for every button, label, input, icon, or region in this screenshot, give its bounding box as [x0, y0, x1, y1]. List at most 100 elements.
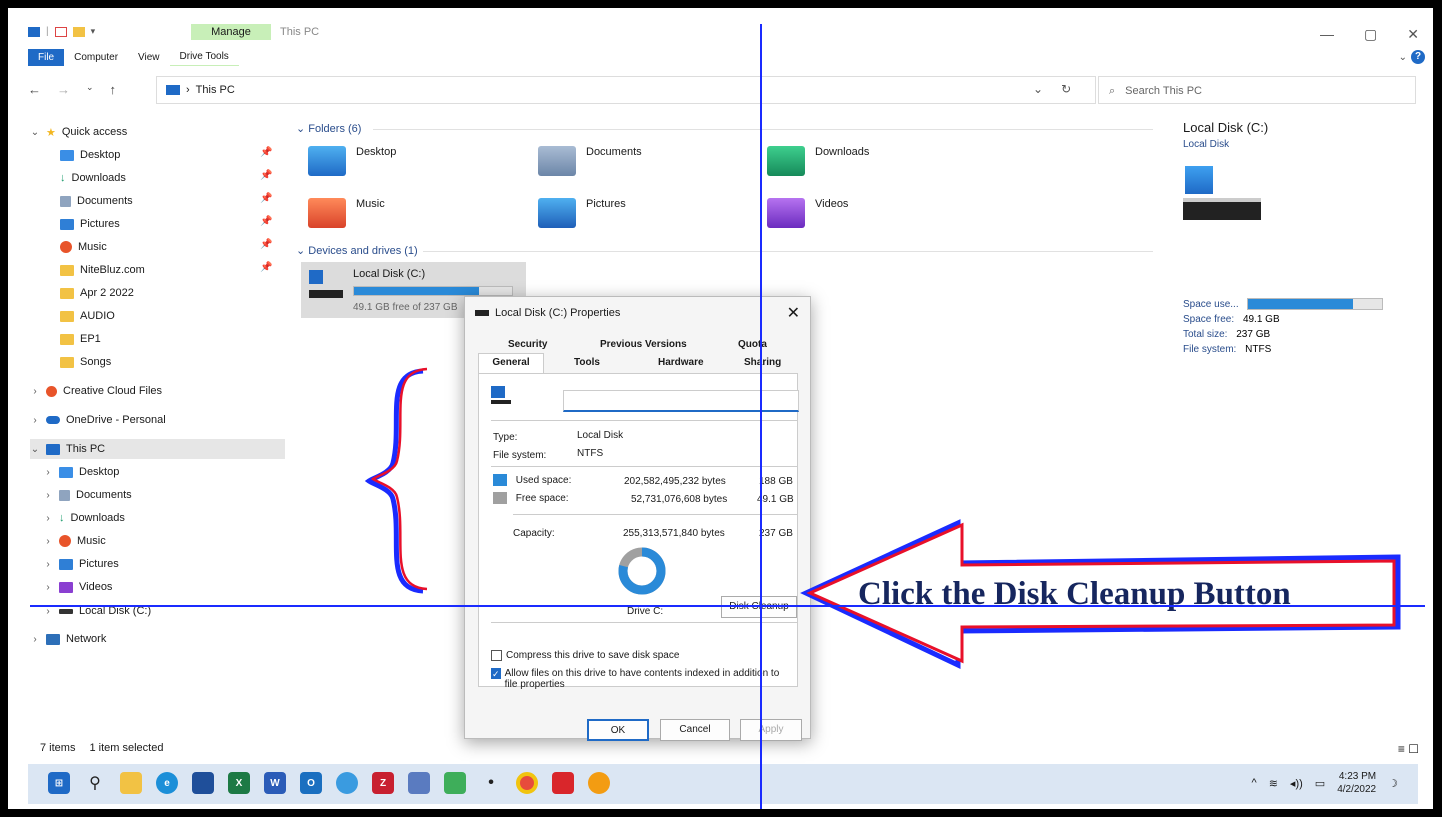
- photos-icon[interactable]: [336, 772, 358, 794]
- wifi-icon[interactable]: ≋: [1269, 777, 1278, 790]
- chevron-right-icon[interactable]: ›: [43, 467, 53, 478]
- checkbox-icon[interactable]: [54, 26, 67, 37]
- chevron-right-icon[interactable]: ›: [43, 513, 53, 524]
- ribbon-expand-icon[interactable]: ⌄: [1399, 52, 1407, 63]
- nav-onedrive[interactable]: › OneDrive - Personal: [30, 410, 165, 430]
- tab-hardware[interactable]: Hardware: [658, 357, 704, 368]
- chevron-right-icon[interactable]: ›: [30, 415, 40, 426]
- nav-quick-desktop[interactable]: Desktop: [60, 145, 120, 165]
- refresh-icon[interactable]: ↻: [1061, 82, 1071, 96]
- nav-creative-cloud[interactable]: › Creative Cloud Files: [30, 381, 162, 401]
- minimize-button[interactable]: —: [1320, 26, 1334, 43]
- nav-quick-songs[interactable]: Songs: [60, 352, 111, 372]
- folder-tile-pictures[interactable]: Pictures: [538, 198, 626, 228]
- breadcrumb-this-pc[interactable]: This PC: [196, 84, 235, 96]
- notepad-icon[interactable]: [408, 772, 430, 794]
- folder-tile-documents[interactable]: Documents: [538, 146, 642, 176]
- nav-quick-access[interactable]: ⌄ ★ Quick access: [30, 122, 128, 142]
- close-button[interactable]: ✕: [1407, 26, 1419, 43]
- nav-pc-pictures[interactable]: › Pictures: [43, 554, 118, 574]
- nav-pc-local-disk[interactable]: › Local Disk (C:): [43, 601, 151, 621]
- tab-drive-tools[interactable]: Drive Tools: [169, 48, 239, 66]
- chevron-up-icon[interactable]: ^: [1252, 777, 1257, 789]
- nav-network[interactable]: › Network: [30, 629, 106, 649]
- up-arrow-icon[interactable]: ↑: [110, 82, 117, 97]
- volume-label-input[interactable]: [563, 390, 799, 412]
- address-dropdown-icon[interactable]: ⌄: [1033, 82, 1043, 96]
- folders-group-header[interactable]: ⌄ Folders (6): [296, 122, 361, 135]
- chevron-down-icon[interactable]: ⌄: [30, 444, 40, 455]
- index-option[interactable]: ✓ Allow files on this drive to have conte…: [491, 668, 791, 690]
- pin-icon[interactable]: 📌: [260, 147, 272, 158]
- nav-pc-desktop[interactable]: › Desktop: [43, 462, 119, 482]
- tab-quota[interactable]: Quota: [738, 339, 767, 350]
- details-view-icon[interactable]: ≡: [1398, 742, 1405, 756]
- tab-file[interactable]: File: [28, 48, 65, 66]
- back-arrow-icon[interactable]: ←: [28, 82, 41, 97]
- tab-general[interactable]: General: [478, 353, 544, 373]
- chevron-right-icon[interactable]: ›: [43, 490, 53, 501]
- qat-dropdown-icon[interactable]: ▾: [91, 26, 96, 37]
- nav-quick-documents[interactable]: Documents: [60, 191, 133, 211]
- folder-tile-music[interactable]: Music: [308, 198, 385, 228]
- word-icon[interactable]: W: [264, 772, 286, 794]
- nav-quick-audio[interactable]: AUDIO: [60, 306, 115, 326]
- dot-app-icon[interactable]: •: [480, 772, 502, 794]
- tab-tools[interactable]: Tools: [574, 357, 600, 368]
- nav-pc-documents[interactable]: › Documents: [43, 485, 131, 505]
- chrome-icon[interactable]: [516, 772, 538, 794]
- tab-security[interactable]: Security: [508, 339, 547, 350]
- start-icon[interactable]: ⊞: [48, 772, 70, 794]
- folder-tile-videos[interactable]: Videos: [767, 198, 848, 228]
- chevron-right-icon[interactable]: ›: [43, 536, 53, 547]
- pin-icon[interactable]: 📌: [260, 193, 272, 204]
- image-app-icon[interactable]: [444, 772, 466, 794]
- nav-this-pc[interactable]: ⌄ This PC: [30, 439, 285, 459]
- recent-dropdown-icon[interactable]: ⌄: [86, 82, 94, 97]
- nav-pc-downloads[interactable]: › ↓ Downloads: [43, 508, 125, 528]
- tab-previous-versions[interactable]: Previous Versions: [600, 339, 687, 350]
- devices-group-header[interactable]: ⌄ Devices and drives (1): [296, 244, 418, 257]
- pin-icon[interactable]: 📌: [260, 216, 272, 227]
- chevron-right-icon[interactable]: ›: [43, 559, 53, 570]
- nav-quick-downloads[interactable]: ↓ Downloads: [60, 168, 126, 188]
- tab-computer[interactable]: Computer: [64, 49, 128, 66]
- app-icon[interactable]: Z: [372, 772, 394, 794]
- chevron-down-icon[interactable]: ⌄: [30, 127, 40, 138]
- maximize-button[interactable]: ▢: [1364, 26, 1377, 43]
- cancel-button[interactable]: Cancel: [660, 719, 730, 741]
- clock[interactable]: 4:23 PM 4/2/2022: [1337, 770, 1376, 796]
- nav-pc-music[interactable]: › Music: [43, 531, 106, 551]
- compress-checkbox[interactable]: [491, 650, 502, 661]
- index-checkbox[interactable]: ✓: [491, 668, 501, 679]
- acrobat-icon[interactable]: [552, 772, 574, 794]
- nav-quick-apr[interactable]: Apr 2 2022: [60, 283, 134, 303]
- chevron-right-icon[interactable]: ›: [30, 634, 40, 645]
- nav-quick-music[interactable]: Music: [60, 237, 107, 257]
- file-explorer-icon[interactable]: [120, 772, 142, 794]
- folder-icon[interactable]: [72, 26, 85, 37]
- creative-cloud-icon[interactable]: [588, 772, 610, 794]
- battery-icon[interactable]: ▭: [1315, 777, 1325, 790]
- chevron-right-icon[interactable]: ›: [43, 582, 53, 593]
- forward-arrow-icon[interactable]: →: [57, 82, 70, 97]
- pin-icon[interactable]: 📌: [260, 262, 272, 273]
- excel-icon[interactable]: X: [228, 772, 250, 794]
- apply-button[interactable]: Apply: [740, 719, 802, 741]
- nav-quick-pictures[interactable]: Pictures: [60, 214, 120, 234]
- pin-icon[interactable]: 📌: [260, 170, 272, 181]
- help-icon[interactable]: ?: [1411, 50, 1425, 64]
- dialog-close-icon[interactable]: ✕: [787, 303, 800, 323]
- compress-option[interactable]: Compress this drive to save disk space: [491, 650, 679, 661]
- tab-view[interactable]: View: [128, 49, 170, 66]
- pc-icon[interactable]: [28, 26, 40, 37]
- nav-quick-ep1[interactable]: EP1: [60, 329, 101, 349]
- ok-button[interactable]: OK: [587, 719, 649, 741]
- search-input[interactable]: ⌕ Search This PC: [1098, 76, 1416, 104]
- store-icon[interactable]: [192, 772, 214, 794]
- volume-icon[interactable]: ◂)): [1290, 777, 1303, 790]
- folder-tile-desktop[interactable]: Desktop: [308, 146, 396, 176]
- nav-pc-videos[interactable]: › Videos: [43, 577, 112, 597]
- pin-icon[interactable]: 📌: [260, 239, 272, 250]
- outlook-icon[interactable]: O: [300, 772, 322, 794]
